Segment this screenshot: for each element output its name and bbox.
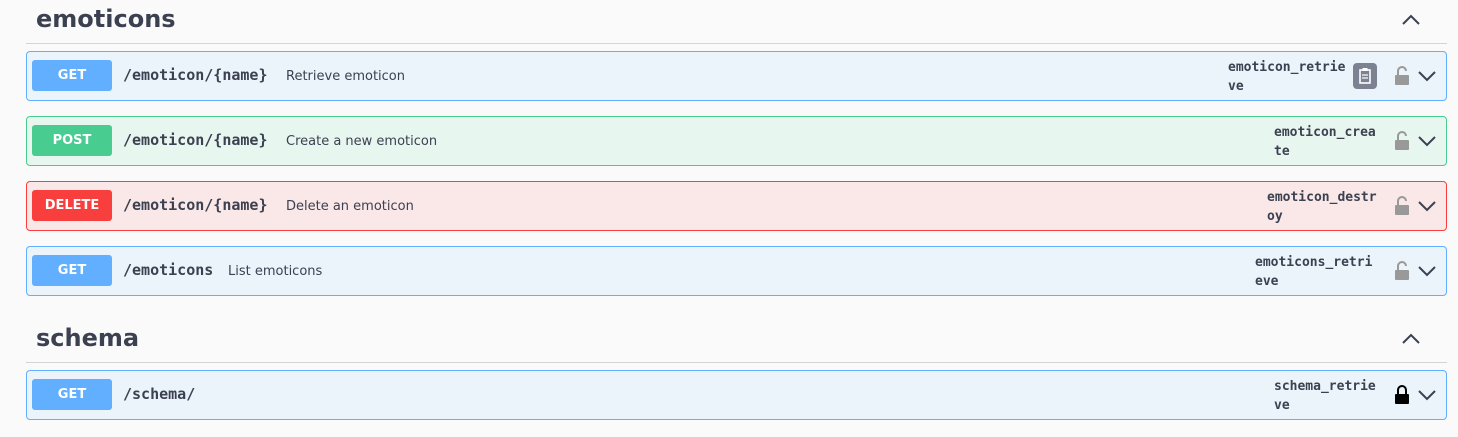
operation-id: emoticons_retrieve (1255, 255, 1373, 289)
copy-operation-id-button[interactable] (1353, 63, 1377, 89)
lock-open-icon[interactable] (1393, 130, 1411, 152)
operation-path[interactable]: /emoticons (123, 261, 213, 279)
section-title: schema (36, 324, 140, 352)
method-badge-get[interactable]: GET (32, 255, 112, 286)
method-badge-delete[interactable]: DELETE (32, 190, 112, 221)
chevron-down-icon[interactable] (1417, 385, 1437, 405)
chevron-down-icon[interactable] (1417, 66, 1437, 86)
method-badge-get[interactable]: GET (32, 60, 112, 91)
chevron-down-icon[interactable] (1417, 261, 1437, 281)
operation-summary: Retrieve emoticon (286, 69, 405, 84)
section-header-schema[interactable]: schema (26, 319, 1447, 363)
operation-delete-emoticon-name[interactable]: DELETE /emoticon/{name} Delete an emotic… (26, 181, 1447, 231)
method-badge-get[interactable]: GET (32, 379, 112, 410)
clipboard-copy-icon (1359, 68, 1371, 84)
lock-open-icon[interactable] (1393, 65, 1411, 87)
section-header-emoticons[interactable]: emoticons (26, 0, 1447, 44)
operation-get-emoticon-name[interactable]: GET /emoticon/{name} Retrieve emoticon e… (26, 51, 1447, 101)
operation-id: emoticon_create (1274, 125, 1376, 159)
lock-open-icon[interactable] (1393, 260, 1411, 282)
method-badge-post[interactable]: POST (32, 125, 112, 156)
operation-post-emoticon-name[interactable]: POST /emoticon/{name} Create a new emoti… (26, 116, 1447, 166)
operation-summary: Delete an emoticon (286, 199, 414, 214)
chevron-down-icon[interactable] (1417, 131, 1437, 151)
section-title: emoticons (36, 5, 176, 33)
chevron-up-icon[interactable] (1399, 8, 1423, 32)
operation-id: emoticon_destroy (1267, 190, 1377, 224)
operation-summary: List emoticons (228, 264, 323, 279)
operation-id: emoticon_retrieve (1228, 60, 1346, 94)
operation-get-schema[interactable]: GET /schema/ schema_retrieve (26, 370, 1447, 420)
chevron-down-icon[interactable] (1417, 196, 1437, 216)
chevron-up-icon[interactable] (1399, 327, 1423, 351)
lock-open-icon[interactable] (1393, 195, 1411, 217)
operation-path[interactable]: /schema/ (123, 385, 195, 403)
operation-path[interactable]: /emoticon/{name} (123, 66, 268, 84)
lock-closed-icon[interactable] (1393, 384, 1411, 406)
operation-path[interactable]: /emoticon/{name} (123, 196, 268, 214)
operation-get-emoticons[interactable]: GET /emoticons List emoticons emoticons_… (26, 246, 1447, 296)
operation-id: schema_retrieve (1274, 379, 1376, 413)
operation-summary: Create a new emoticon (286, 134, 438, 149)
operation-path[interactable]: /emoticon/{name} (123, 131, 268, 149)
